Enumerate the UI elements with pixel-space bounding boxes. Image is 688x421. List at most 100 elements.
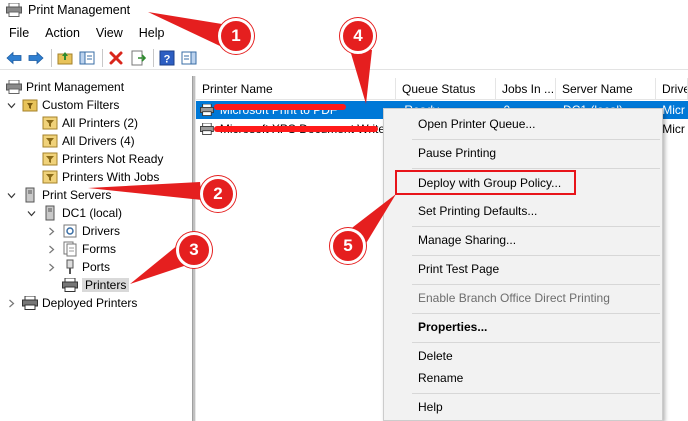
tree-item-all-printers-2[interactable]: All Printers (2) [26, 114, 138, 132]
menu-separator [412, 393, 660, 394]
tree-item-label: All Printers (2) [62, 116, 139, 130]
callout-number: 1 [218, 18, 254, 54]
tree-item-custom-filters[interactable]: Custom Filters [6, 96, 119, 114]
help-icon: ? [159, 50, 175, 65]
menu-item-manage-sharing[interactable]: Manage Sharing... [418, 230, 516, 250]
tree-item-printers[interactable]: Printers [46, 276, 130, 294]
tree-item-all-drivers-4[interactable]: All Drivers (4) [26, 132, 135, 150]
back-arrow-icon [6, 51, 22, 64]
callout-number: 3 [176, 232, 212, 268]
tree-item-label: Print Management [26, 80, 125, 94]
tree-item-printers-not-ready[interactable]: Printers Not Ready [26, 150, 163, 168]
tree-item-label: Deployed Printers [42, 296, 138, 310]
window-title: Print Management [28, 3, 131, 17]
filter-icon [42, 151, 58, 167]
printer-icon [62, 277, 78, 293]
menu-item-delete[interactable]: Delete [418, 346, 453, 366]
menu-help[interactable]: Help [130, 26, 172, 40]
tree-item-drivers[interactable]: Drivers [46, 222, 120, 240]
tree-item-label: DC1 (local) [62, 206, 123, 220]
printer-icon [200, 123, 214, 135]
tree-item-print-management[interactable]: Print Management [6, 78, 124, 96]
printer-icon [22, 295, 38, 311]
menu-bar: File Action View Help [0, 24, 172, 42]
tree-item-label: Ports [82, 260, 111, 274]
tree-item-label: Print Servers [42, 188, 112, 202]
context-menu: Open Printer Queue... Pause Printing Dep… [383, 108, 663, 421]
drivers-icon [62, 223, 78, 239]
column-queue-status[interactable]: Queue Status [396, 78, 496, 100]
menu-item-rename[interactable]: Rename [418, 368, 463, 388]
export-icon [131, 50, 146, 65]
tree-item-deployed-printers[interactable]: Deployed Printers [6, 294, 137, 312]
menu-item-open-printer-queue[interactable]: Open Printer Queue... [418, 114, 535, 134]
highlight-box [395, 170, 576, 195]
forms-icon [62, 241, 78, 257]
svg-text:?: ? [164, 53, 171, 65]
tree-item-ports[interactable]: Ports [46, 258, 110, 276]
chevron-right-icon[interactable] [6, 298, 16, 308]
chevron-down-icon[interactable] [6, 190, 16, 200]
callout-number: 4 [340, 18, 376, 54]
filter-icon [42, 133, 58, 149]
menu-action[interactable]: Action [36, 26, 87, 40]
menu-view[interactable]: View [87, 26, 130, 40]
chevron-down-icon[interactable] [6, 100, 16, 110]
filter-icon [42, 115, 58, 131]
menu-separator [412, 255, 660, 256]
chevron-right-icon[interactable] [46, 226, 56, 236]
properties-pane-icon [181, 51, 197, 64]
toolbar: ? [0, 46, 688, 70]
tree-item-label: Printers Not Ready [62, 152, 164, 166]
tree-item-label: Printers [82, 278, 130, 292]
column-driver-name[interactable]: Drive [656, 78, 688, 100]
up-folder-icon [57, 51, 73, 64]
print-management-icon [6, 3, 22, 17]
back-button[interactable] [4, 48, 24, 68]
toolbar-separator [153, 48, 154, 67]
forward-button[interactable] [26, 48, 46, 68]
server-tower-icon [22, 187, 38, 203]
tree-item-label: Forms [82, 242, 116, 256]
delete-button[interactable] [106, 48, 126, 68]
menu-separator [412, 168, 660, 169]
toolbar-separator [51, 48, 52, 67]
show-hide-tree-button[interactable] [77, 48, 97, 68]
menu-item-set-printing-defaults[interactable]: Set Printing Defaults... [418, 201, 537, 221]
print-management-icon [6, 79, 22, 95]
chevron-right-icon[interactable] [46, 262, 56, 272]
list-header: Printer Name Queue Status Jobs In ... Se… [196, 78, 688, 100]
menu-item-print-test-page[interactable]: Print Test Page [418, 259, 499, 279]
chevron-down-icon[interactable] [26, 208, 36, 218]
column-jobs-in-queue[interactable]: Jobs In ... [496, 78, 556, 100]
menu-item-properties[interactable]: Properties... [418, 317, 487, 337]
column-server-name[interactable]: Server Name [556, 78, 656, 100]
filter-folder-icon [22, 97, 38, 113]
tree-item-label: Printers With Jobs [62, 170, 160, 184]
tree-item-forms[interactable]: Forms [46, 240, 116, 258]
printer-icon [200, 104, 214, 116]
menu-file[interactable]: File [0, 26, 36, 40]
column-printer-name[interactable]: Printer Name [196, 78, 396, 100]
tree-item-dc1-local[interactable]: DC1 (local) [26, 204, 122, 222]
tree-item-label: All Drivers (4) [62, 134, 135, 148]
action-pane-button[interactable] [179, 48, 199, 68]
tree-item-printers-with-jobs[interactable]: Printers With Jobs [26, 168, 159, 186]
help-button[interactable]: ? [157, 48, 177, 68]
filter-icon [42, 169, 58, 185]
delete-icon [109, 51, 123, 64]
show-hide-tree-icon [79, 51, 95, 64]
tree-item-print-servers[interactable]: Print Servers [6, 186, 111, 204]
export-list-button[interactable] [128, 48, 148, 68]
chevron-right-icon[interactable] [46, 244, 56, 254]
forward-arrow-icon [28, 51, 44, 64]
ports-icon [62, 259, 78, 275]
server-tower-icon [42, 205, 58, 221]
menu-item-enable-branch-office-direct-printing: Enable Branch Office Direct Printing [418, 291, 610, 305]
menu-item-pause-printing[interactable]: Pause Printing [418, 143, 496, 163]
menu-separator [412, 284, 660, 285]
up-level-button[interactable] [55, 48, 75, 68]
menu-item-help[interactable]: Help [418, 397, 443, 417]
